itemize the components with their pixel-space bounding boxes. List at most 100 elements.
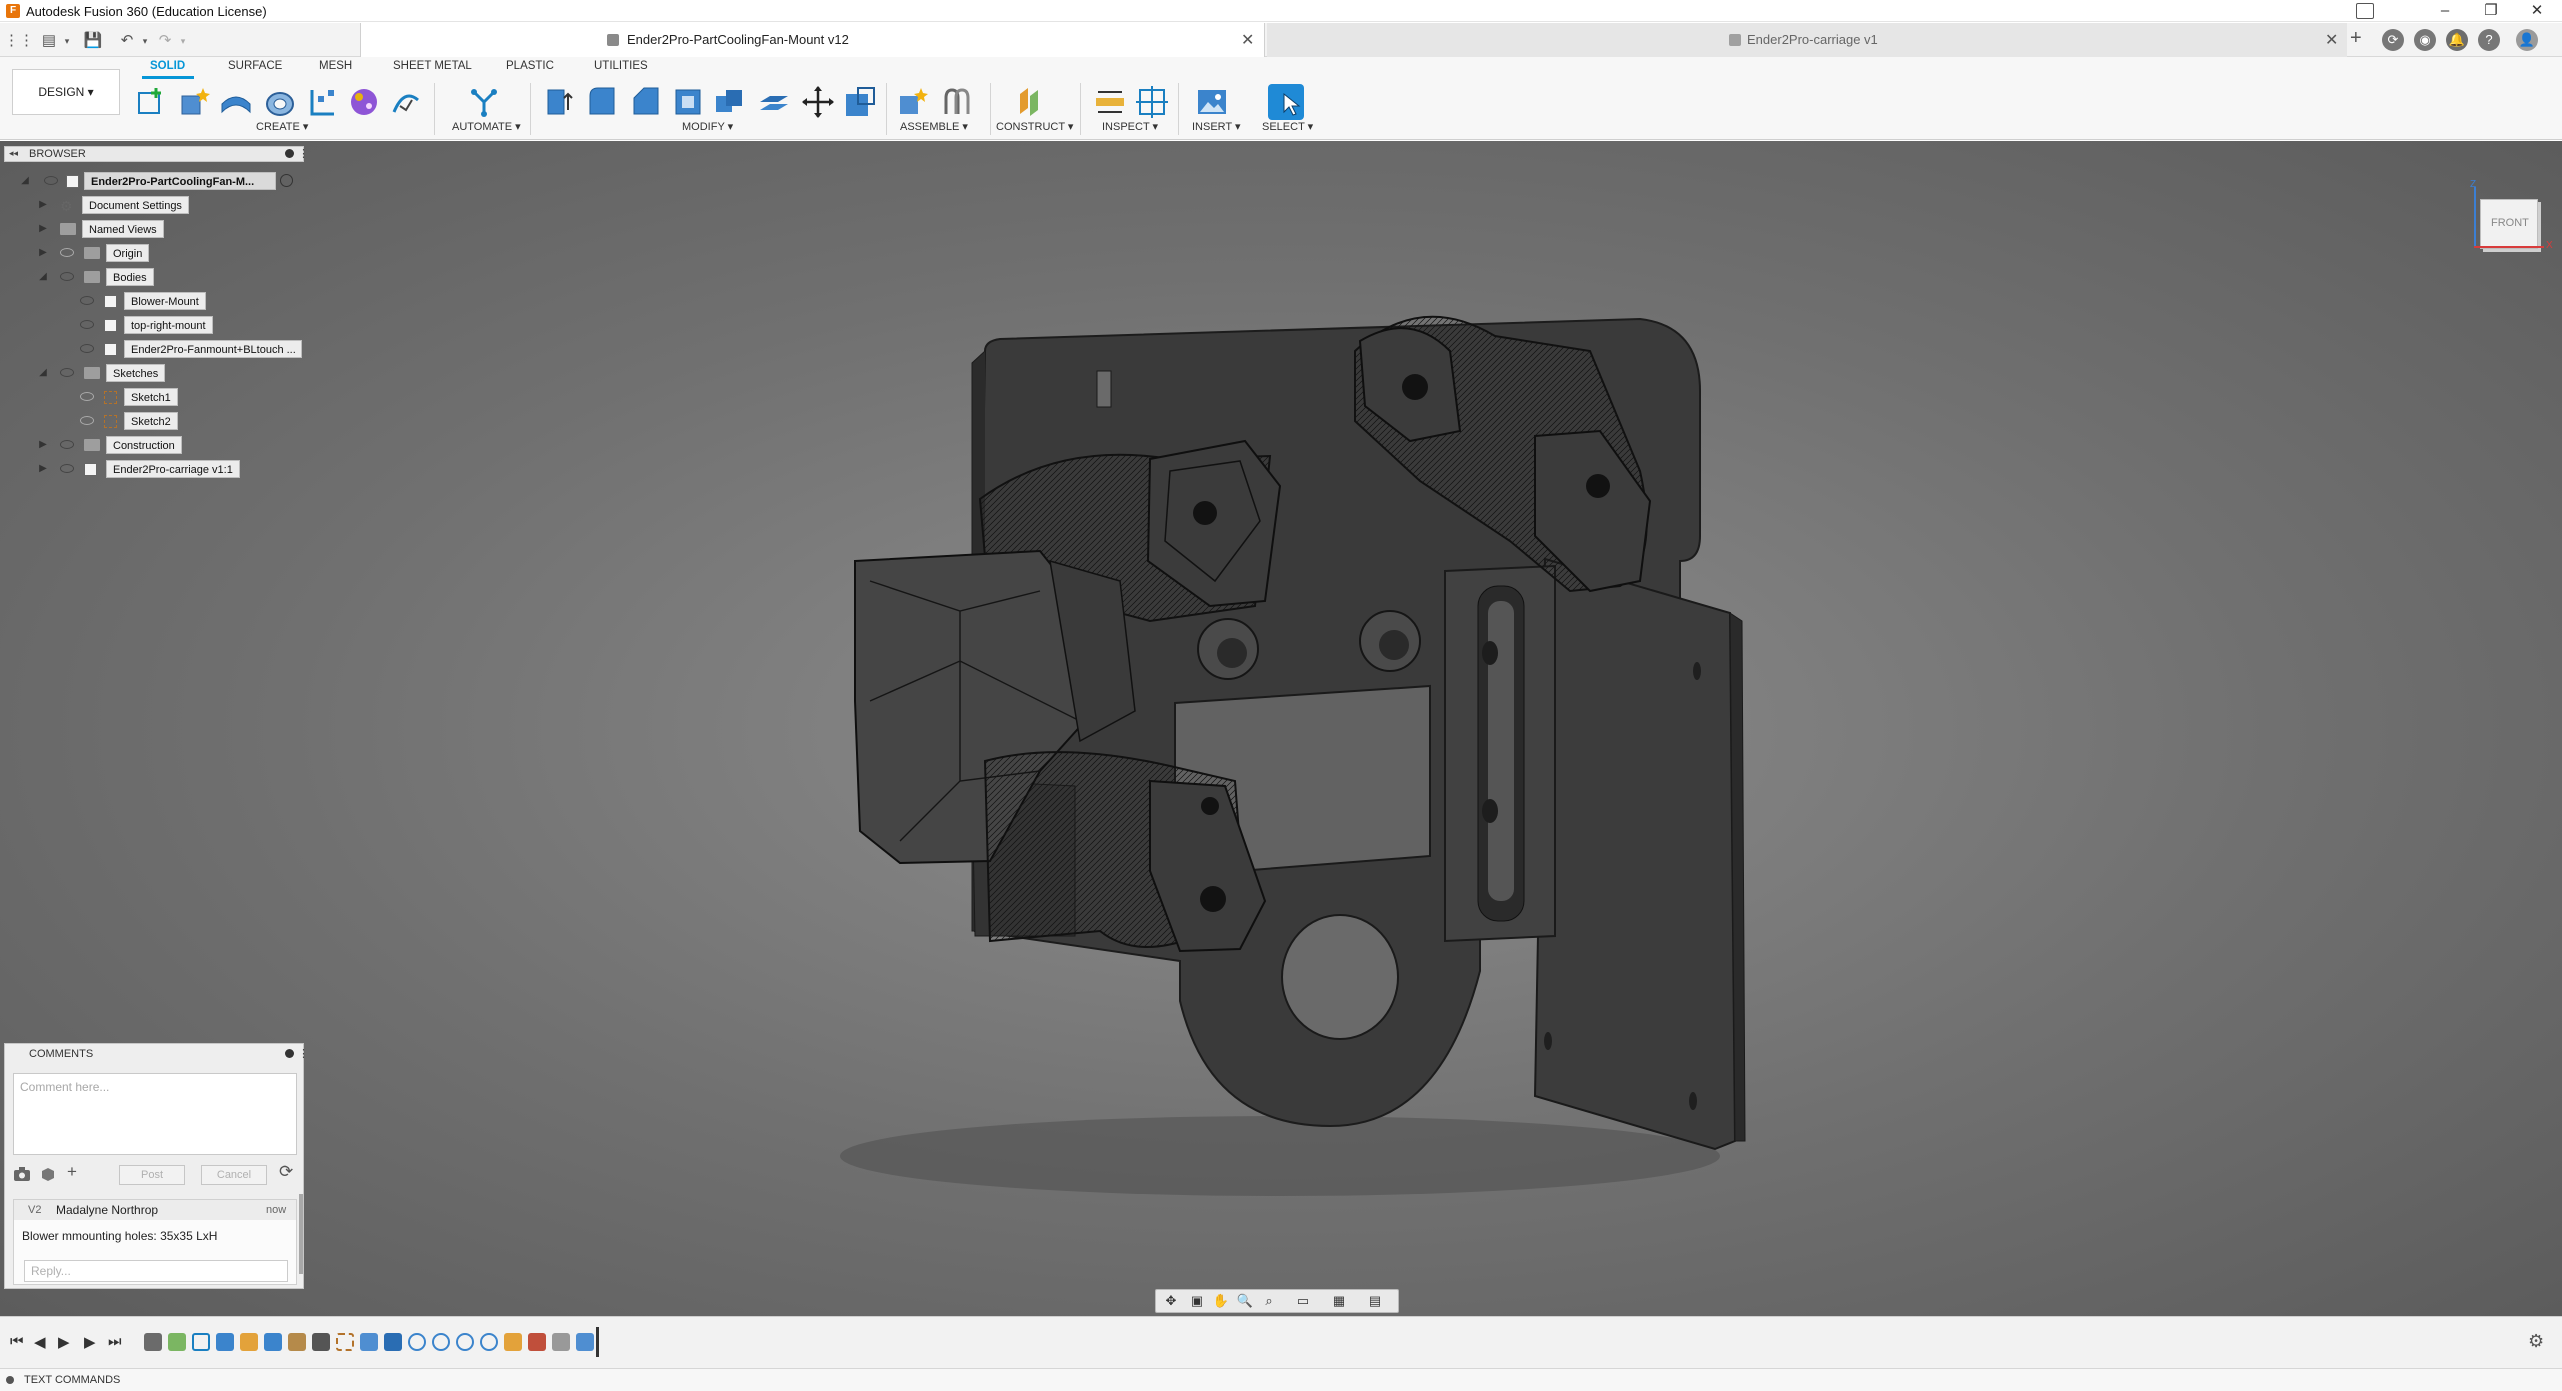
expand-toggle-icon[interactable]: ▶ <box>38 220 48 238</box>
timeline-feature-icon[interactable] <box>288 1333 306 1351</box>
browser-item-document-settings[interactable]: ▶ ⚙ Document Settings <box>0 196 310 214</box>
tab-solid[interactable]: SOLID <box>150 60 185 72</box>
tab-utilities[interactable]: UTILITIES <box>594 60 648 72</box>
pin-icon[interactable] <box>285 149 294 158</box>
timeline-marker[interactable] <box>596 1327 599 1357</box>
measure-icon[interactable] <box>1092 84 1128 120</box>
browser-item-carriage[interactable]: ▶ Ender2Pro-carriage v1:1 <box>0 460 310 478</box>
visibility-eye-icon[interactable] <box>80 296 94 305</box>
go-to-start-icon[interactable]: ⏮ <box>10 1333 24 1350</box>
activate-radio-icon[interactable] <box>280 174 293 187</box>
timeline-feature-icon[interactable] <box>576 1333 594 1351</box>
pin-icon[interactable] <box>285 1049 294 1058</box>
minimize-button[interactable]: – <box>2422 0 2468 22</box>
workspace-switcher-button[interactable]: DESIGN ▾ <box>12 69 120 115</box>
new-component-icon[interactable] <box>176 84 212 120</box>
timeline-feature-icon[interactable] <box>216 1333 234 1351</box>
visibility-eye-icon[interactable] <box>60 368 74 377</box>
cancel-button[interactable]: Cancel <box>201 1165 267 1185</box>
timeline-feature-icon[interactable] <box>504 1333 522 1351</box>
add-markup-icon[interactable]: + <box>67 1162 77 1182</box>
job-status-icon[interactable]: ⟳ <box>2382 29 2404 51</box>
expand-panel-icon[interactable]: ⋮ <box>298 147 309 160</box>
hidden-eye-icon[interactable] <box>80 392 94 401</box>
help-icon[interactable]: ? <box>2478 29 2500 51</box>
tab-plastic[interactable]: PLASTIC <box>506 60 554 72</box>
sweep-icon[interactable] <box>304 84 340 120</box>
automate-icon[interactable] <box>466 84 502 120</box>
pan-icon[interactable]: ✋ <box>1212 1293 1230 1309</box>
timeline-feature-icon[interactable] <box>264 1333 282 1351</box>
play-icon[interactable]: ▶ <box>58 1333 70 1351</box>
new-component-assemble-icon[interactable] <box>894 84 930 120</box>
group-construct[interactable]: CONSTRUCT ▾ <box>996 120 1073 133</box>
group-assemble[interactable]: ASSEMBLE ▾ <box>900 120 968 133</box>
notifications-icon[interactable]: 🔔 <box>2446 29 2468 51</box>
new-tab-icon[interactable]: + <box>2350 27 2362 50</box>
expand-panel-icon[interactable]: ⋮ <box>298 1047 309 1060</box>
select-icon[interactable] <box>1268 84 1304 120</box>
shell-icon[interactable] <box>670 84 706 120</box>
grid-settings-icon[interactable]: ▦ <box>1330 1293 1348 1309</box>
browser-item-root[interactable]: ◢ Ender2Pro-PartCoolingFan-M... <box>0 172 310 190</box>
visibility-eye-icon[interactable] <box>60 464 74 473</box>
browser-item-named-views[interactable]: ▶ Named Views <box>0 220 310 238</box>
step-back-icon[interactable]: ◀ <box>34 1333 46 1351</box>
browser-item-fanmount-bltouch[interactable]: Ender2Pro-Fanmount+BLtouch ... <box>0 340 310 358</box>
timeline-feature-icon[interactable] <box>552 1333 570 1351</box>
browser-item-sketches[interactable]: ◢ Sketches <box>0 364 310 382</box>
3d-viewport[interactable]: FRONT Z X <box>0 141 2562 1316</box>
look-at-icon[interactable]: ▣ <box>1188 1293 1206 1309</box>
document-tab-inactive[interactable]: Ender2Pro-carriage v1 ✕ <box>1267 23 2347 57</box>
timeline-feature-icon[interactable] <box>432 1333 450 1351</box>
group-modify[interactable]: MODIFY ▾ <box>682 120 733 133</box>
undo-dropdown-icon[interactable]: ▾ <box>134 31 156 51</box>
visibility-eye-icon[interactable] <box>44 176 58 185</box>
revolve-icon[interactable] <box>262 84 298 120</box>
online-status-icon[interactable]: ◉ <box>2414 29 2436 51</box>
fan-mount-model[interactable] <box>0 141 2562 1316</box>
expand-toggle-icon[interactable]: ▶ <box>38 436 48 454</box>
camera-icon[interactable] <box>13 1166 31 1182</box>
group-inspect[interactable]: INSPECT ▾ <box>1102 120 1158 133</box>
section-analysis-icon[interactable] <box>1134 84 1170 120</box>
timeline-feature-icon[interactable] <box>408 1333 426 1351</box>
rib-icon[interactable] <box>388 84 424 120</box>
hidden-eye-icon[interactable] <box>80 416 94 425</box>
display-settings-icon[interactable]: ▭ <box>1294 1293 1312 1309</box>
timeline-feature-icon[interactable] <box>168 1333 186 1351</box>
expand-toggle-icon[interactable]: ▶ <box>38 244 48 262</box>
timeline-feature-icon[interactable] <box>360 1333 378 1351</box>
close-tab-icon[interactable]: ✕ <box>1241 30 1254 50</box>
tab-surface[interactable]: SURFACE <box>228 60 282 72</box>
orbit-icon[interactable]: ✥ <box>1162 1293 1180 1309</box>
hidden-eye-icon[interactable] <box>60 248 74 257</box>
viewports-icon[interactable]: ▤ <box>1366 1293 1384 1309</box>
expand-toggle-icon[interactable]: ▶ <box>38 460 48 478</box>
tab-sheet-metal[interactable]: SHEET METAL <box>393 60 472 72</box>
timeline-feature-icon[interactable] <box>456 1333 474 1351</box>
timeline-settings-icon[interactable]: ⚙ <box>2528 1331 2544 1352</box>
visibility-eye-icon[interactable] <box>60 440 74 449</box>
combine-icon[interactable] <box>712 84 748 120</box>
close-window-button[interactable]: ✕ <box>2514 0 2560 22</box>
timeline-feature-icon[interactable] <box>528 1333 546 1351</box>
browser-item-bodies[interactable]: ◢ Bodies <box>0 268 310 286</box>
document-tab-active[interactable]: Ender2Pro-PartCoolingFan-Mount v12 ✕ <box>360 23 1265 57</box>
screen-capture-icon[interactable] <box>2356 3 2374 19</box>
comment-input[interactable]: Comment here... <box>13 1073 297 1155</box>
refresh-icon[interactable]: ⟳ <box>279 1162 293 1182</box>
expand-toggle-icon[interactable]: ▶ <box>38 196 48 214</box>
group-select[interactable]: SELECT ▾ <box>1262 120 1313 133</box>
timeline-feature-icon[interactable] <box>312 1333 330 1351</box>
attach-view-icon[interactable] <box>39 1166 57 1182</box>
scale-icon[interactable] <box>842 84 878 120</box>
fit-icon[interactable]: ⌕ <box>1260 1293 1278 1309</box>
timeline-feature-icon[interactable] <box>144 1333 162 1351</box>
offset-plane-icon[interactable] <box>1014 84 1050 120</box>
group-automate[interactable]: AUTOMATE ▾ <box>452 120 521 133</box>
expand-toggle-icon[interactable]: ◢ <box>38 268 48 286</box>
comments-scrollbar[interactable] <box>299 1194 303 1274</box>
browser-item-origin[interactable]: ▶ Origin <box>0 244 310 262</box>
group-insert[interactable]: INSERT ▾ <box>1192 120 1241 133</box>
